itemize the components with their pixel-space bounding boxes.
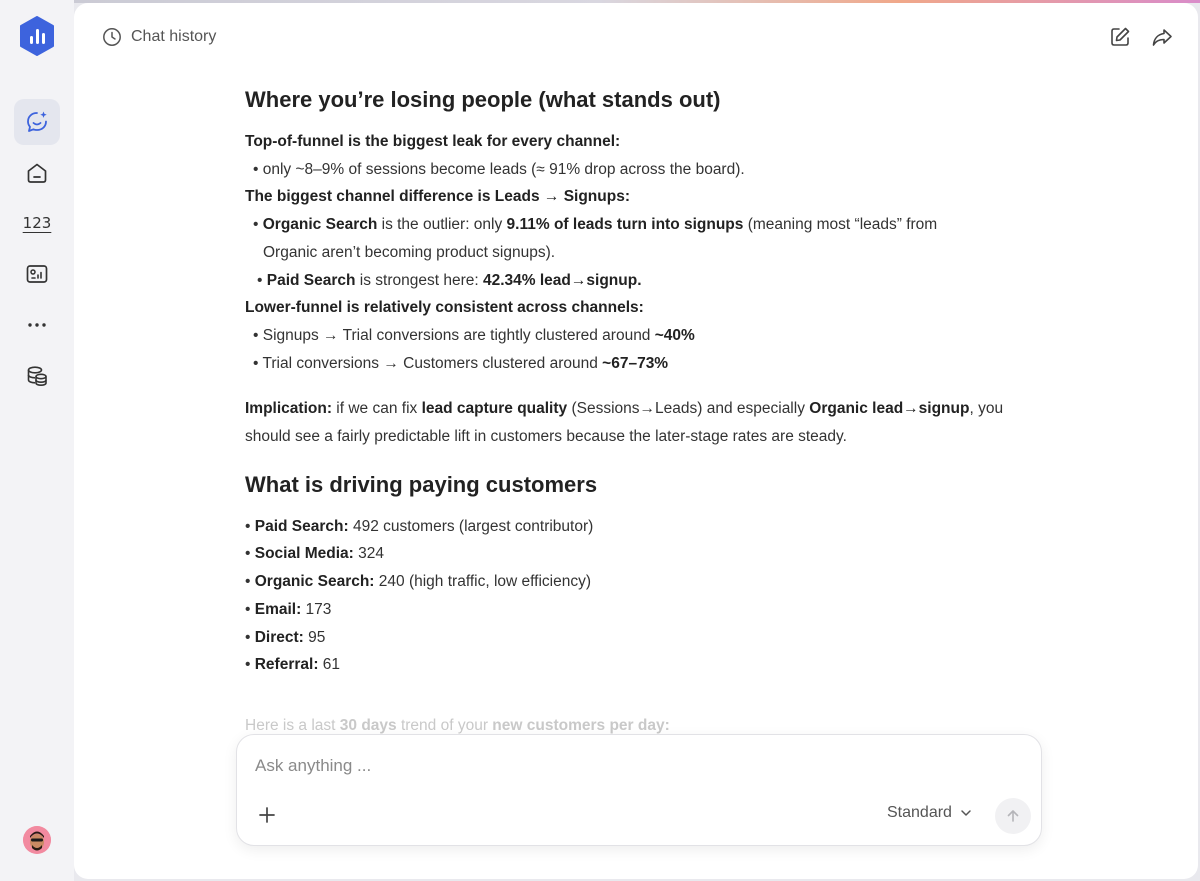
- implication-paragraph-cont: should see a fairly predictable lift in …: [245, 428, 847, 446]
- section-heading-paying-customers: What is driving paying customers: [245, 471, 598, 497]
- insight-signups-trial: • Signups → Trial conversions are tightl…: [253, 326, 695, 344]
- insight-channel-diff-heading: The biggest channel difference is Leads …: [245, 188, 630, 206]
- user-avatar[interactable]: [23, 826, 51, 854]
- chevron-down-icon: [961, 810, 971, 816]
- insight-organic-line: • Organic Search is the outlier: only 9.…: [253, 216, 938, 234]
- sidebar-item-home[interactable]: [14, 150, 60, 196]
- insight-top-funnel-detail: • only ~8–9% of sessions become leads (≈…: [253, 160, 745, 178]
- more-dots-icon: [28, 323, 46, 327]
- insight-paid-line: • Paid Search is strongest here: 42.34% …: [257, 271, 642, 289]
- sidebar-item-reports[interactable]: [14, 251, 60, 297]
- list-item: • Direct: 95: [245, 628, 326, 646]
- mode-dropdown[interactable]: Standard: [887, 804, 972, 822]
- list-item: • Email: 173: [245, 600, 332, 618]
- clock-icon: [103, 28, 121, 46]
- add-attachment-icon[interactable]: [257, 805, 277, 825]
- insight-top-funnel-heading: Top-of-funnel is the biggest leak for ev…: [245, 133, 621, 150]
- numbers-icon: 123: [22, 214, 52, 232]
- send-button[interactable]: [995, 798, 1031, 834]
- insight-organic-line-cont: Organic aren’t becoming product signups)…: [263, 243, 556, 261]
- list-item: • Paid Search: 492 customers (largest co…: [245, 517, 594, 535]
- chat-history-label: Chat history: [131, 28, 217, 45]
- mode-label: Standard: [887, 804, 952, 821]
- sidebar-item-data-sources[interactable]: [14, 353, 60, 399]
- insight-lower-funnel-heading: Lower-funnel is relatively consistent ac…: [245, 299, 644, 317]
- message-composer: Standard: [236, 734, 1042, 846]
- list-item: • Referral: 61: [245, 656, 341, 674]
- sidebar-item-new-chat[interactable]: [14, 99, 60, 145]
- implication-paragraph: Implication: if we can fix lead capture …: [245, 400, 1004, 418]
- assistant-message: Where you’re losing people (what stands …: [245, 85, 1035, 679]
- main-panel: Chat history Where you’re losing people …: [74, 3, 1198, 879]
- sidebar-item-numbers[interactable]: 123: [14, 200, 60, 246]
- chat-sparkle-icon: [27, 111, 47, 132]
- chat-history-button[interactable]: Chat history: [102, 25, 216, 49]
- list-item: • Organic Search: 240 (high traffic, low…: [245, 573, 592, 591]
- sidebar: 123: [0, 0, 74, 881]
- list-item: • Social Media: 324: [245, 545, 384, 563]
- database-icon: [27, 366, 47, 387]
- chat-input[interactable]: [255, 751, 1015, 781]
- app-logo[interactable]: [18, 16, 56, 56]
- faded-trend-intro: Here is a last 30 days trend of your new…: [245, 717, 670, 734]
- report-chart-icon: [26, 265, 48, 283]
- edit-icon[interactable]: [1108, 25, 1132, 49]
- share-icon[interactable]: [1150, 25, 1174, 49]
- sidebar-item-more[interactable]: [14, 302, 60, 348]
- insight-trial-customers: • Trial conversions → Customers clustere…: [253, 354, 669, 372]
- home-icon: [27, 163, 47, 183]
- section-heading-losing-people: Where you’re losing people (what stands …: [245, 87, 721, 112]
- arrow-up-icon: [1007, 810, 1019, 822]
- header-actions: [1108, 25, 1174, 49]
